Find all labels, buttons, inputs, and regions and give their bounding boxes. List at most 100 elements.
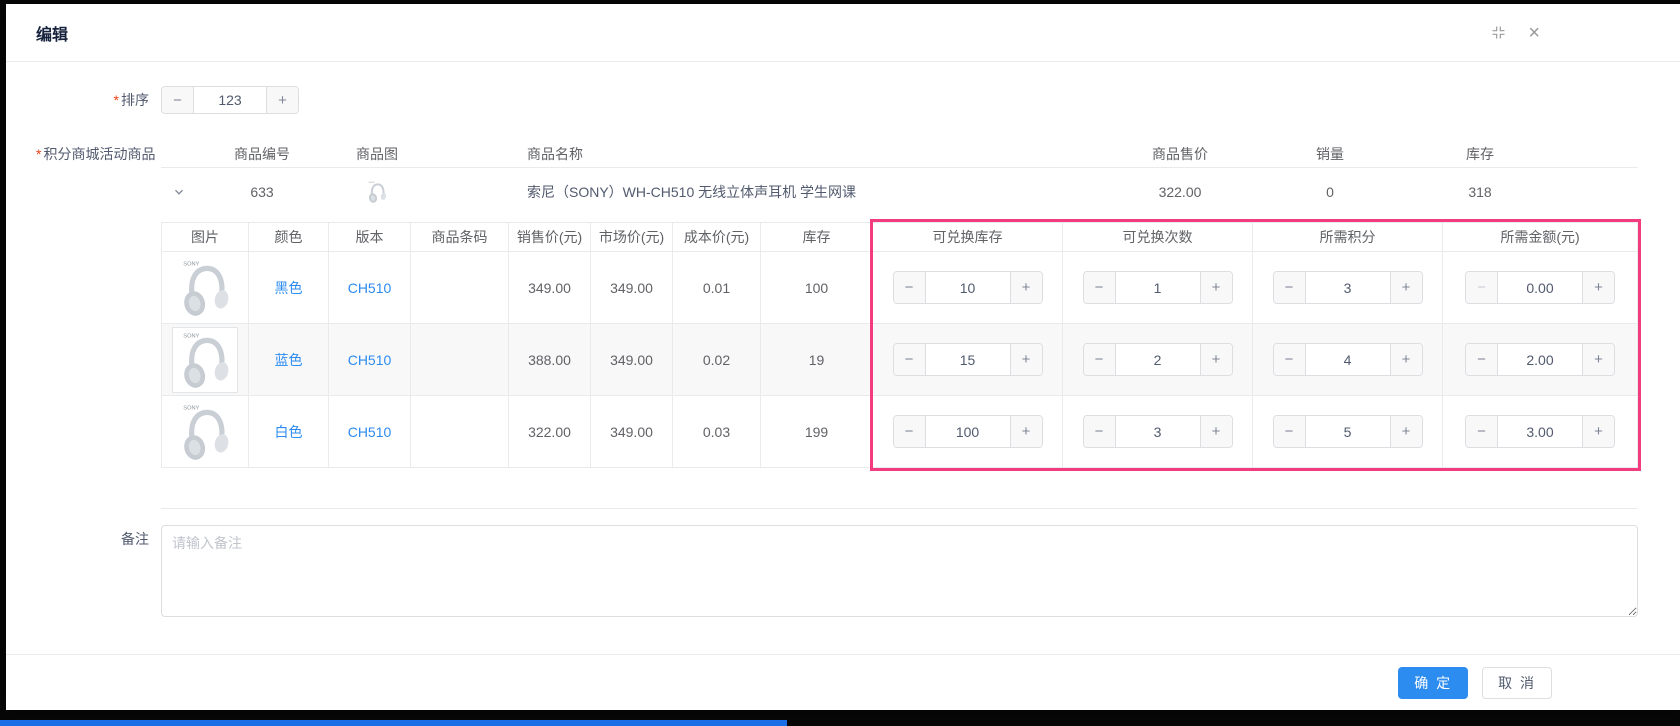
exchange-times-input[interactable]: 1 [1116,272,1200,303]
minus-button-disabled[interactable]: − [1466,272,1498,303]
sku-image[interactable] [179,257,231,319]
col-sku-barcode: 商品条码 [411,223,509,251]
exchange-times-input[interactable]: 3 [1116,416,1200,447]
sku-image[interactable] [179,329,231,391]
sku-sale-price: 388.00 [509,324,591,395]
need-amount-input[interactable]: 0.00 [1498,272,1582,303]
col-sku-version: 版本 [329,223,411,251]
plus-button[interactable]: + [266,87,298,113]
sort-stepper: − 123 + [161,86,299,114]
sku-version-link[interactable]: CH510 [348,424,392,440]
product-stock: 318 [1405,184,1555,200]
col-need-amount: 所需金额(元) [1443,223,1638,251]
col-exchange-times: 可兑换次数 [1063,223,1253,251]
expand-row-icon[interactable] [173,186,185,198]
col-product-image: 商品图 [327,144,427,164]
sku-color-link[interactable]: 蓝色 [275,350,303,370]
minus-button[interactable]: − [894,416,926,447]
minus-button[interactable]: − [1084,416,1116,447]
sku-row: 白色 CH510 322.00 349.00 0.03 199 − 100 + [161,396,1638,468]
products-form-row: *积分商城活动商品 商品编号 商品图 商品名称 商品售价 销量 库存 [36,140,1638,509]
sku-market-price: 349.00 [591,396,673,467]
sort-value-input[interactable]: 123 [194,87,266,113]
plus-button[interactable]: + [1010,272,1042,303]
collapse-fullscreen-icon[interactable] [1491,25,1506,40]
plus-button[interactable]: + [1010,416,1042,447]
exchange-stock-stepper: − 100 + [893,415,1043,448]
need-amount-input[interactable]: 3.00 [1498,416,1582,447]
minus-button[interactable]: − [1466,344,1498,375]
products-table: 商品编号 商品图 商品名称 商品售价 销量 库存 633 [161,140,1638,509]
plus-button[interactable]: + [1582,416,1614,447]
plus-button[interactable]: + [1200,272,1232,303]
exchange-stock-input[interactable]: 15 [926,344,1010,375]
plus-button[interactable]: + [1390,344,1422,375]
need-points-input[interactable]: 4 [1306,344,1390,375]
need-amount-stepper: − 0.00 + [1465,271,1615,304]
remark-textarea[interactable] [161,525,1638,617]
plus-button[interactable]: + [1582,272,1614,303]
exchange-stock-stepper: − 10 + [893,271,1043,304]
col-sku-color: 颜色 [249,223,329,251]
product-thumbnail[interactable] [367,179,387,205]
bottom-blue-bar [0,720,787,726]
sku-color-link[interactable]: 白色 [275,422,303,442]
remark-form-row: 备注 [36,525,1638,617]
minus-button[interactable]: − [1274,416,1306,447]
sku-image[interactable] [179,401,231,463]
plus-button[interactable]: + [1582,344,1614,375]
product-sales: 0 [1255,184,1405,200]
sku-sale-price: 322.00 [509,396,591,467]
edit-dialog: 编辑 × *排序 − 123 [6,4,1680,710]
need-points-input[interactable]: 3 [1306,272,1390,303]
sku-version-link[interactable]: CH510 [348,280,392,296]
need-amount-stepper: − 2.00 + [1465,343,1615,376]
col-product-stock: 库存 [1405,144,1555,164]
plus-button[interactable]: + [1200,416,1232,447]
sku-row: 黑色 CH510 349.00 349.00 0.01 100 − 10 + [161,252,1638,324]
required-asterisk: * [36,146,41,162]
col-product-code: 商品编号 [197,144,327,164]
need-points-stepper: − 3 + [1273,271,1423,304]
confirm-button[interactable]: 确 定 [1398,667,1468,699]
sku-market-price: 349.00 [591,324,673,395]
exchange-stock-stepper: − 15 + [893,343,1043,376]
sku-cost-price: 0.03 [673,396,761,467]
sku-color-link[interactable]: 黑色 [275,278,303,298]
exchange-times-stepper: − 3 + [1083,415,1233,448]
required-asterisk: * [114,92,119,108]
need-points-input[interactable]: 5 [1306,416,1390,447]
exchange-times-stepper: − 2 + [1083,343,1233,376]
products-label: *积分商城活动商品 [36,140,161,168]
need-amount-input[interactable]: 2.00 [1498,344,1582,375]
minus-button[interactable]: − [1274,344,1306,375]
col-sku-image: 图片 [161,223,249,251]
plus-button[interactable]: + [1390,272,1422,303]
plus-button[interactable]: + [1390,416,1422,447]
minus-button[interactable]: − [1274,272,1306,303]
col-cost-price: 成本价(元) [673,223,761,251]
close-icon[interactable]: × [1528,26,1540,40]
need-points-stepper: − 4 + [1273,343,1423,376]
minus-button[interactable]: − [894,344,926,375]
exchange-times-input[interactable]: 2 [1116,344,1200,375]
minus-button[interactable]: − [1084,344,1116,375]
dialog-header: 编辑 × [6,4,1680,62]
minus-button[interactable]: − [1466,416,1498,447]
sku-version-link[interactable]: CH510 [348,352,392,368]
plus-button[interactable]: + [1200,344,1232,375]
plus-button[interactable]: + [1010,344,1042,375]
exchange-stock-input[interactable]: 10 [926,272,1010,303]
sku-table-header: 图片 颜色 版本 商品条码 销售价(元) 市场价(元) 成本价(元) 库存 可兑… [161,222,1638,252]
remark-label: 备注 [36,525,161,553]
cancel-button[interactable]: 取 消 [1482,667,1552,699]
minus-button[interactable]: − [894,272,926,303]
product-row: 633 索尼（SONY）WH-CH510 无线立体声耳机 学生网课 322.00… [161,168,1638,216]
minus-button[interactable]: − [1084,272,1116,303]
sku-stock: 199 [761,396,873,467]
product-name: 索尼（SONY）WH-CH510 无线立体声耳机 学生网课 [427,182,1105,202]
product-price: 322.00 [1105,184,1255,200]
exchange-stock-input[interactable]: 100 [926,416,1010,447]
minus-button[interactable]: − [162,87,194,113]
sku-table: 图片 颜色 版本 商品条码 销售价(元) 市场价(元) 成本价(元) 库存 可兑… [161,222,1638,468]
